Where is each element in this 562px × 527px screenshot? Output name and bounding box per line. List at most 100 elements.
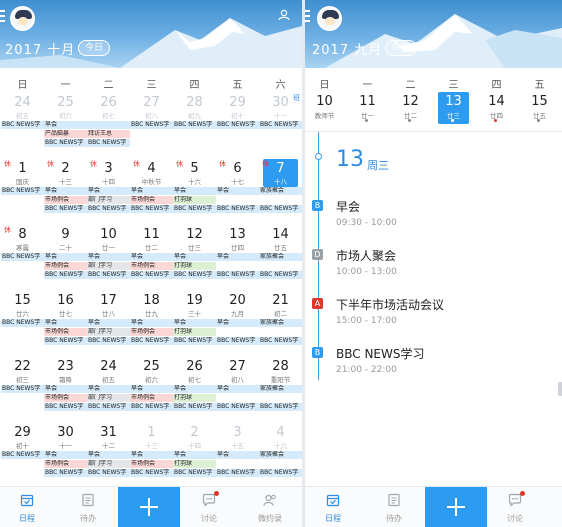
event-chip[interactable]: BBC NEWS学 <box>44 271 87 279</box>
event-chip[interactable]: BBC NEWS学 <box>44 205 87 213</box>
event-chip[interactable]: 市场例会 <box>130 196 173 204</box>
day-cell[interactable]: 休 5 十六 早会 打羽球 BBC NEWS学 <box>173 158 216 224</box>
event-chip[interactable]: 早会 <box>44 385 87 393</box>
event-chip[interactable]: 家族聚会 <box>259 385 302 393</box>
event-chip[interactable]: BBC NEWS学 <box>216 403 259 411</box>
day-cell[interactable]: 27 初八 早会 BBC NEWS学 <box>216 356 259 422</box>
today-button[interactable]: 今日 <box>78 40 111 56</box>
event-chip[interactable]: BBC NEWS学 <box>130 337 173 345</box>
event-chip[interactable]: BBC NEWS学 <box>259 403 302 411</box>
tab-todo-list[interactable]: 待办 <box>364 487 424 527</box>
event-item[interactable]: B BBC NEWS学习 21:00 - 22:00 <box>305 345 562 385</box>
month-title[interactable]: 2017 九月 <box>312 39 382 58</box>
event-chip[interactable]: BBC NEWS学 <box>173 121 216 129</box>
day-cell[interactable]: 休 1 国庆 BBC NEWS学 <box>1 158 44 224</box>
event-chip[interactable]: BBC NEWS学 <box>1 253 44 261</box>
day-cell[interactable]: 休 7 十八 家族聚会 BBC NEWS学 <box>259 158 302 224</box>
event-chip[interactable]: BBC NEWS学 <box>216 121 259 129</box>
event-chip[interactable]: 早会 <box>216 187 259 195</box>
event-chip[interactable]: BBC NEWS学 <box>259 271 302 279</box>
tab-contacts[interactable]: 微约录 <box>240 487 300 527</box>
day-cell[interactable]: 休 6 十七 早会 BBC NEWS学 <box>216 158 259 224</box>
day-cell[interactable]: 21 初二 家族聚会 BBC NEWS学 <box>259 290 302 356</box>
event-chip[interactable]: 家族聚会 <box>259 319 302 327</box>
event-chip[interactable]: 早会 <box>130 451 173 459</box>
event-chip[interactable]: 市场例会 <box>44 196 87 204</box>
event-chip[interactable]: 部门学习 <box>87 394 130 402</box>
day-cell[interactable]: 1 十三 早会 市场例会 BBC NEWS学 <box>130 422 173 488</box>
menu-icon[interactable] <box>0 10 5 24</box>
drag-handle[interactable] <box>558 382 562 396</box>
event-chip[interactable]: 打羽球 <box>173 328 216 336</box>
event-chip[interactable]: BBC NEWS学 <box>173 469 216 477</box>
event-chip[interactable]: BBC NEWS学 <box>259 205 302 213</box>
event-chip[interactable]: 市场例会 <box>130 460 173 468</box>
event-chip[interactable]: BBC NEWS学 <box>87 205 130 213</box>
event-chip[interactable]: 早会 <box>130 385 173 393</box>
event-chip[interactable] <box>87 121 130 129</box>
day-cell[interactable]: 30 十一 早会 市场例会 BBC NEWS学 <box>44 422 87 488</box>
event-chip[interactable]: 早会 <box>130 187 173 195</box>
day-cell[interactable]: 休 3 十四 早会 部门学习 BBC NEWS学 <box>87 158 130 224</box>
event-chip[interactable]: BBC NEWS学 <box>130 403 173 411</box>
day-cell[interactable]: 28 初九 BBC NEWS学 <box>173 92 216 158</box>
week-strip-day[interactable]: 10 教师节 <box>305 92 346 126</box>
event-chip[interactable]: 市场例会 <box>44 394 87 402</box>
day-cell[interactable]: 22 初三 BBC NEWS学 <box>1 356 44 422</box>
event-chip[interactable]: 早会 <box>173 187 216 195</box>
day-cell[interactable]: 12 廿三 早会 打羽球 BBC NEWS学 <box>173 224 216 290</box>
day-cell[interactable]: 15 廿六 BBC NEWS学 <box>1 290 44 356</box>
day-cell[interactable]: 24 初五 早会 部门学习 BBC NEWS学 <box>87 356 130 422</box>
event-chip[interactable]: 早会 <box>173 451 216 459</box>
event-chip[interactable]: 早会 <box>173 253 216 261</box>
event-chip[interactable]: 早会 <box>130 253 173 261</box>
avatar[interactable] <box>317 6 342 31</box>
event-chip[interactable]: BBC NEWS学 <box>173 403 216 411</box>
event-chip[interactable]: 家族聚会 <box>259 187 302 195</box>
event-chip[interactable]: 早会 <box>44 121 87 129</box>
event-chip[interactable]: 部门学习 <box>87 460 130 468</box>
event-chip[interactable]: BBC NEWS学 <box>130 271 173 279</box>
event-chip[interactable]: BBC NEWS学 <box>216 469 259 477</box>
day-cell[interactable]: 19 三十 早会 打羽球 BBC NEWS学 <box>173 290 216 356</box>
event-chip[interactable]: 打羽球 <box>173 262 216 270</box>
month-title[interactable]: 2017 十月 <box>5 39 75 58</box>
event-chip[interactable]: 市场例会 <box>130 328 173 336</box>
day-cell[interactable]: 28 重阳节 家族聚会 BBC NEWS学 <box>259 356 302 422</box>
event-chip[interactable]: 早会 <box>173 385 216 393</box>
day-cell[interactable]: 10 廿一 早会 部门学习 BBC NEWS学 <box>87 224 130 290</box>
event-chip[interactable]: 早会 <box>216 451 259 459</box>
event-chip[interactable]: BBC NEWS学 <box>1 319 44 327</box>
day-cell[interactable]: 29 初十 BBC NEWS学 <box>1 422 44 488</box>
event-chip[interactable]: 早会 <box>216 319 259 327</box>
event-chip[interactable]: 早会 <box>130 319 173 327</box>
day-cell[interactable]: 休 8 寒露 BBC NEWS学 <box>1 224 44 290</box>
event-chip[interactable]: 早会 <box>44 187 87 195</box>
event-chip[interactable]: 打羽球 <box>173 460 216 468</box>
day-cell[interactable]: 24 初五 BBC NEWS学 <box>1 92 44 158</box>
day-cell[interactable]: 25 初六 早会 市场例会 BBC NEWS学 <box>130 356 173 422</box>
event-chip[interactable]: BBC NEWS学 <box>130 469 173 477</box>
day-cell[interactable]: 25 初六 早会 产品脑暴 BBC NEWS学 <box>44 92 87 158</box>
tab-chat-bubble[interactable]: 讨论 <box>179 487 239 527</box>
event-chip[interactable]: BBC NEWS学 <box>216 205 259 213</box>
event-chip[interactable]: 市场例会 <box>44 262 87 270</box>
day-cell[interactable]: 14 廿五 家族聚会 BBC NEWS学 <box>259 224 302 290</box>
add-event-button[interactable] <box>118 487 180 527</box>
event-chip[interactable]: 部门学习 <box>87 196 130 204</box>
event-chip[interactable]: BBC NEWS学 <box>130 121 173 129</box>
day-cell[interactable]: 20 九月 早会 BBC NEWS学 <box>216 290 259 356</box>
event-chip[interactable]: 早会 <box>44 451 87 459</box>
event-chip[interactable]: BBC NEWS学 <box>1 385 44 393</box>
person-icon[interactable] <box>278 9 290 21</box>
day-cell[interactable]: 18 廿九 早会 市场例会 BBC NEWS学 <box>130 290 173 356</box>
tab-chat-bubble[interactable]: 讨论 <box>485 487 545 527</box>
day-cell[interactable]: 23 霜降 早会 市场例会 BBC NEWS学 <box>44 356 87 422</box>
event-chip[interactable]: BBC NEWS学 <box>1 121 44 129</box>
event-chip[interactable]: BBC NEWS学 <box>216 337 259 345</box>
event-chip[interactable]: 早会 <box>87 253 130 261</box>
event-chip[interactable]: 市场例会 <box>44 460 87 468</box>
day-cell[interactable]: 27 初八 BBC NEWS学 <box>130 92 173 158</box>
day-cell[interactable]: 3 十五 早会 BBC NEWS学 <box>216 422 259 488</box>
today-button[interactable]: 今日 <box>385 40 418 56</box>
